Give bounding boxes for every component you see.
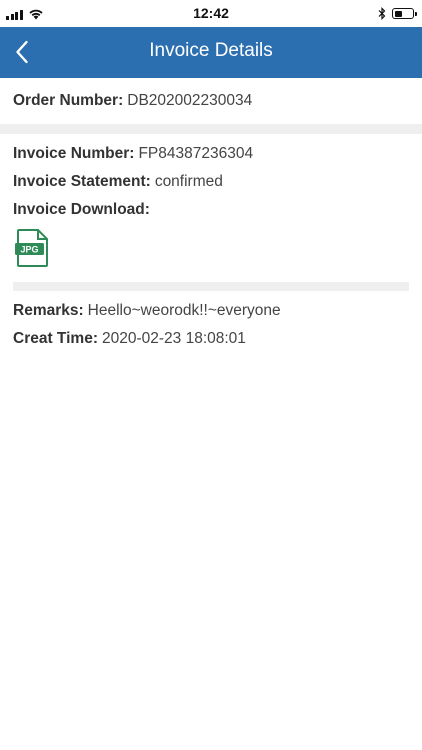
invoice-statement-row: Invoice Statement: confirmed (13, 173, 223, 191)
page-title: Invoice Details (149, 40, 273, 61)
nav-bar: Invoice Details (0, 27, 422, 78)
status-bar: 12:42 (0, 0, 422, 27)
status-time: 12:42 (193, 5, 229, 21)
jpg-file-icon[interactable]: JPG (14, 228, 50, 268)
invoice-number-label: Invoice Number: (13, 145, 135, 162)
order-number-row: Order Number: DB202002230034 (13, 92, 252, 110)
invoice-statement-label: Invoice Statement: (13, 173, 151, 190)
invoice-download-row: Invoice Download: (13, 201, 154, 219)
invoice-download-label: Invoice Download: (13, 201, 150, 218)
creat-time-value: 2020-02-23 18:08:01 (102, 330, 246, 347)
remarks-value: Heello~weorodk!!~everyone (87, 302, 281, 319)
file-type-label: JPG (20, 245, 38, 255)
creat-time-row: Creat Time: 2020-02-23 18:08:01 (13, 330, 246, 348)
status-right (378, 7, 417, 20)
battery-icon (392, 8, 417, 19)
remarks-label: Remarks: (13, 302, 84, 319)
invoice-statement-value: confirmed (154, 173, 223, 190)
order-number-value: DB202002230034 (127, 92, 253, 109)
invoice-number-value: FP84387236304 (138, 145, 254, 162)
remarks-row: Remarks: Heello~weorodk!!~everyone (13, 302, 281, 320)
bluetooth-icon (378, 7, 386, 20)
section-divider (0, 124, 422, 134)
order-number-label: Order Number: (13, 92, 124, 109)
creat-time-label: Creat Time: (13, 330, 98, 347)
invoice-number-row: Invoice Number: FP84387236304 (13, 145, 253, 163)
section-divider (13, 282, 409, 291)
battery-level (394, 10, 402, 17)
